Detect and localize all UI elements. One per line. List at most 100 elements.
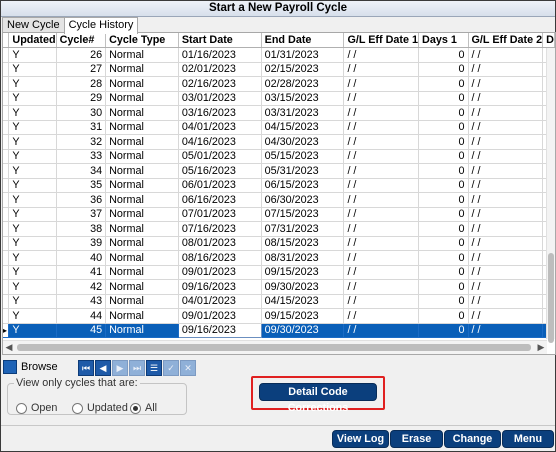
radio-all-icon[interactable]	[130, 402, 141, 414]
cell-gl-eff-date-2[interactable]: / /	[468, 47, 544, 63]
cell-cycle-type[interactable]: Normal	[105, 178, 179, 193]
cell-gl-eff-date-2[interactable]: / /	[468, 76, 544, 92]
cell-start-date[interactable]: 06/16/2023	[178, 192, 262, 208]
cell-start-date[interactable]: 03/01/2023	[178, 91, 262, 106]
cell-start-date[interactable]: 05/16/2023	[178, 163, 262, 179]
cell-cycle-number[interactable]: 42	[56, 279, 107, 295]
filter-updated-radio[interactable]: Updated	[72, 402, 128, 414]
cell-cycle-type[interactable]: Normal	[105, 250, 179, 266]
table-row[interactable]: Y 44 Normal 09/01/2023 09/15/2023 / /0 / /	[3, 308, 555, 324]
cell-cycle-number[interactable]: 27	[56, 62, 107, 77]
cell-cycle-type[interactable]: Normal	[105, 294, 179, 309]
cell-end-date[interactable]: 09/15/2023	[261, 308, 345, 324]
cell-gl-eff-date-2[interactable]: / /	[468, 207, 544, 222]
cell-cycle-number[interactable]: 41	[56, 265, 107, 280]
cell-cycle-number[interactable]: 38	[56, 221, 107, 237]
cell-start-date[interactable]: 09/16/2023	[178, 279, 262, 295]
cell-updated[interactable]: Y	[8, 192, 57, 208]
previous-record-icon[interactable]: ◀	[95, 360, 111, 376]
cell-cycle-number[interactable]: 33	[56, 149, 107, 164]
table-row[interactable]: Y 30 Normal 03/16/2023 03/31/2023 / /0 / /	[3, 105, 555, 121]
cell-days-1[interactable]: 0	[418, 250, 469, 266]
table-row[interactable]: Y 31 Normal 04/01/2023 04/15/2023 / /0 / /	[3, 120, 555, 135]
cell-updated[interactable]: Y	[8, 221, 57, 237]
cell-gl-eff-date-2[interactable]: / /	[468, 294, 544, 309]
table-row[interactable]: Y 35 Normal 06/01/2023 06/15/2023 / /0 / /	[3, 178, 555, 193]
cell-days-1[interactable]: 0	[418, 91, 469, 106]
view-log-button[interactable]: View Log	[332, 430, 389, 448]
cell-gl-eff-date-1[interactable]: / /	[343, 105, 420, 121]
cell-gl-eff-date-1[interactable]: / /	[343, 250, 420, 266]
cell-end-date[interactable]: 09/30/2023	[261, 323, 345, 338]
col-header-cycle-number[interactable]: Cycle#	[56, 33, 107, 48]
cell-gl-eff-date-1[interactable]: / /	[343, 149, 420, 164]
cell-cycle-number[interactable]: 43	[56, 294, 107, 309]
tab-cycle-history[interactable]: Cycle History	[63, 17, 139, 34]
cell-end-date[interactable]: 04/15/2023	[261, 294, 345, 309]
cell-gl-eff-date-1[interactable]: / /	[343, 221, 420, 237]
cell-updated[interactable]: Y	[8, 105, 57, 121]
scroll-left-arrow-icon[interactable]: ◀	[3, 341, 15, 354]
table-row[interactable]: ▸ Y 45 Normal 09/16/2023 09/30/2023 / /0 / /	[3, 322, 555, 338]
cell-updated[interactable]: Y	[8, 91, 57, 106]
list-view-icon[interactable]: ☰	[146, 360, 162, 376]
cell-end-date[interactable]: 09/30/2023	[261, 279, 345, 295]
cell-gl-eff-date-2[interactable]: / /	[468, 163, 544, 179]
cell-start-date[interactable]: 08/16/2023	[178, 250, 262, 266]
cell-start-date[interactable]: 02/01/2023	[178, 62, 262, 77]
cell-end-date[interactable]: 07/31/2023	[261, 221, 345, 237]
cell-start-date[interactable]: 02/16/2023	[178, 76, 262, 92]
cell-days-1[interactable]: 0	[418, 192, 469, 208]
cell-updated[interactable]: Y	[8, 120, 57, 135]
cell-updated[interactable]: Y	[8, 134, 57, 150]
erase-button[interactable]: Erase	[390, 430, 443, 448]
cell-end-date[interactable]: 06/30/2023	[261, 192, 345, 208]
table-row[interactable]: Y 32 Normal 04/16/2023 04/30/2023 / /0 / /	[3, 134, 555, 150]
cell-end-date[interactable]: 04/30/2023	[261, 134, 345, 150]
table-row[interactable]: Y 27 Normal 02/01/2023 02/15/2023 / /0 / /	[3, 62, 555, 77]
cell-cycle-type[interactable]: Normal	[105, 163, 179, 179]
browse-toggle[interactable]: Browse	[3, 359, 58, 375]
cell-updated[interactable]: Y	[8, 207, 57, 222]
cell-days-1[interactable]: 0	[418, 62, 469, 77]
cell-start-date[interactable]: 04/01/2023	[178, 294, 262, 309]
col-header-days-1[interactable]: Days 1	[418, 33, 469, 48]
cell-cycle-type[interactable]: Normal	[105, 105, 179, 121]
cell-gl-eff-date-2[interactable]: / /	[468, 236, 544, 251]
col-header-gl-eff-date-2[interactable]: G/L Eff Date 2	[468, 33, 544, 48]
table-row[interactable]: Y 43 Normal 04/01/2023 04/15/2023 / /0 / /	[3, 294, 555, 309]
cell-gl-eff-date-2[interactable]: / /	[468, 134, 544, 150]
cell-gl-eff-date-1[interactable]: / /	[343, 323, 420, 338]
cell-cycle-type[interactable]: Normal	[105, 265, 179, 280]
col-header-start-date[interactable]: Start Date	[178, 33, 262, 48]
cell-days-1[interactable]: 0	[418, 236, 469, 251]
first-record-icon[interactable]: ⏮	[78, 360, 94, 376]
cell-end-date[interactable]: 04/15/2023	[261, 120, 345, 135]
cell-cycle-type[interactable]: Normal	[105, 76, 179, 92]
cell-cycle-number[interactable]: 39	[56, 236, 107, 251]
cell-days-1[interactable]: 0	[418, 76, 469, 92]
cell-gl-eff-date-1[interactable]: / /	[343, 294, 420, 309]
cell-gl-eff-date-1[interactable]: / /	[343, 134, 420, 150]
cell-cycle-type[interactable]: Normal	[105, 207, 179, 222]
cell-cycle-number[interactable]: 26	[56, 47, 107, 63]
cell-updated[interactable]: Y	[8, 178, 57, 193]
radio-open-icon[interactable]	[16, 402, 27, 414]
cell-days-1[interactable]: 0	[418, 221, 469, 237]
cell-gl-eff-date-1[interactable]: / /	[343, 178, 420, 193]
cell-gl-eff-date-1[interactable]: / /	[343, 265, 420, 280]
col-header-d[interactable]: D	[542, 33, 555, 48]
cell-end-date[interactable]: 01/31/2023	[261, 47, 345, 63]
cell-gl-eff-date-1[interactable]: / /	[343, 62, 420, 77]
cell-end-date[interactable]: 02/28/2023	[261, 76, 345, 92]
cell-cycle-number[interactable]: 32	[56, 134, 107, 150]
cell-start-date[interactable]: 07/01/2023	[178, 207, 262, 222]
cell-cycle-type[interactable]: Normal	[105, 120, 179, 135]
cell-start-date[interactable]: 03/16/2023	[178, 105, 262, 121]
cell-start-date[interactable]: 04/01/2023	[178, 120, 262, 135]
cell-gl-eff-date-2[interactable]: / /	[468, 250, 544, 266]
cell-start-date[interactable]: 07/16/2023	[178, 221, 262, 237]
filter-open-radio[interactable]: Open	[16, 402, 57, 414]
cell-days-1[interactable]: 0	[418, 279, 469, 295]
cell-end-date[interactable]: 05/15/2023	[261, 149, 345, 164]
